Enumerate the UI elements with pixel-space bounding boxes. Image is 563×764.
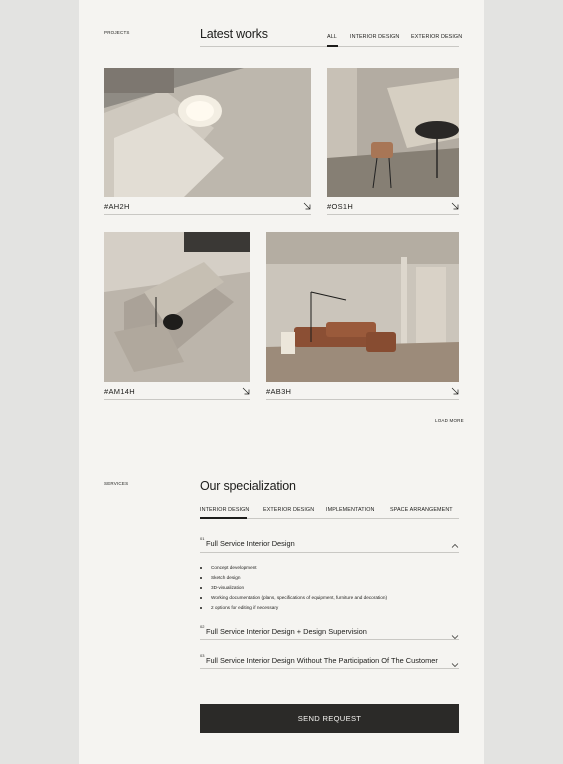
tab-active-indicator [327,45,338,47]
accordion-number: 01 [200,536,205,541]
services-section-label: SERVICES [104,481,129,486]
project-code[interactable]: #AM14H [104,387,135,396]
accordion-item-without-customer[interactable]: 03 Full Service Interior Design Without … [200,651,459,669]
list-item: 3D-visualization [211,585,245,590]
accordion-divider [200,668,459,669]
card-divider [104,399,250,400]
card-divider [327,214,459,215]
bullet-icon [200,577,202,579]
bullet-icon [200,587,202,589]
arrow-down-right-icon[interactable] [451,202,459,210]
project-code[interactable]: #AB3H [266,387,291,396]
chevron-down-icon[interactable] [451,627,459,645]
list-item: Concept development [211,565,257,570]
card-divider [104,214,311,215]
list-item: Sketch design [211,575,241,580]
list-item: Working documentation (plans, specificat… [211,595,388,600]
bullet-icon [200,597,202,599]
arrow-down-right-icon[interactable] [451,387,459,395]
project-code[interactable]: #AH2H [104,202,130,211]
card-divider [266,399,459,400]
load-more-link[interactable]: LOAD MORE [435,418,464,423]
projects-section-label: PROJECTS [104,30,130,35]
tab-active-indicator [200,517,247,519]
project-image-ab3h[interactable] [266,232,459,382]
tab-implementation[interactable]: IMPLEMENTATION [326,507,375,513]
accordion-number: 03 [200,653,205,658]
bullet-icon [200,567,202,569]
tab-interior-design[interactable]: INTERIOR DESIGN [350,34,399,40]
accordion-divider [200,639,459,640]
projects-title: Latest works [200,27,268,41]
send-request-button[interactable]: SEND REQUEST [200,704,459,733]
accordion-item-design-supervision[interactable]: 02 Full Service Interior Design + Design… [200,622,459,640]
accordion-title: Full Service Interior Design [206,539,295,548]
accordion-title: Full Service Interior Design + Design Su… [206,627,367,636]
accordion-content-list: Concept development Sketch design 3D-vis… [200,565,459,615]
tab-space-arrangement[interactable]: SPACE ARRANGEMENT [390,507,453,513]
accordion-item-full-service[interactable]: 01 Full Service Interior Design [200,534,459,553]
tab-exterior-design[interactable]: EXTERIOR DESIGN [263,507,314,513]
arrow-down-right-icon[interactable] [242,387,250,395]
project-image-ah2h[interactable] [104,68,311,197]
tab-all[interactable]: ALL [327,34,337,40]
accordion-number: 02 [200,624,205,629]
project-image-os1h[interactable] [327,68,459,197]
services-title: Our specialization [200,479,296,493]
project-code[interactable]: #OS1H [327,202,353,211]
accordion-divider [200,552,459,553]
chevron-down-icon[interactable] [451,655,459,673]
accordion-title: Full Service Interior Design Without The… [206,656,438,665]
tab-interior-design[interactable]: INTERIOR DESIGN [200,507,249,513]
project-image-am14h[interactable] [104,232,250,382]
page-content: PROJECTS Latest works ALL INTERIOR DESIG… [79,0,484,764]
bullet-icon [200,607,202,609]
arrow-down-right-icon[interactable] [303,202,311,210]
list-item: 2 options for editing if necessary [211,605,279,610]
tab-exterior-design[interactable]: EXTERIOR DESIGN [411,34,462,40]
